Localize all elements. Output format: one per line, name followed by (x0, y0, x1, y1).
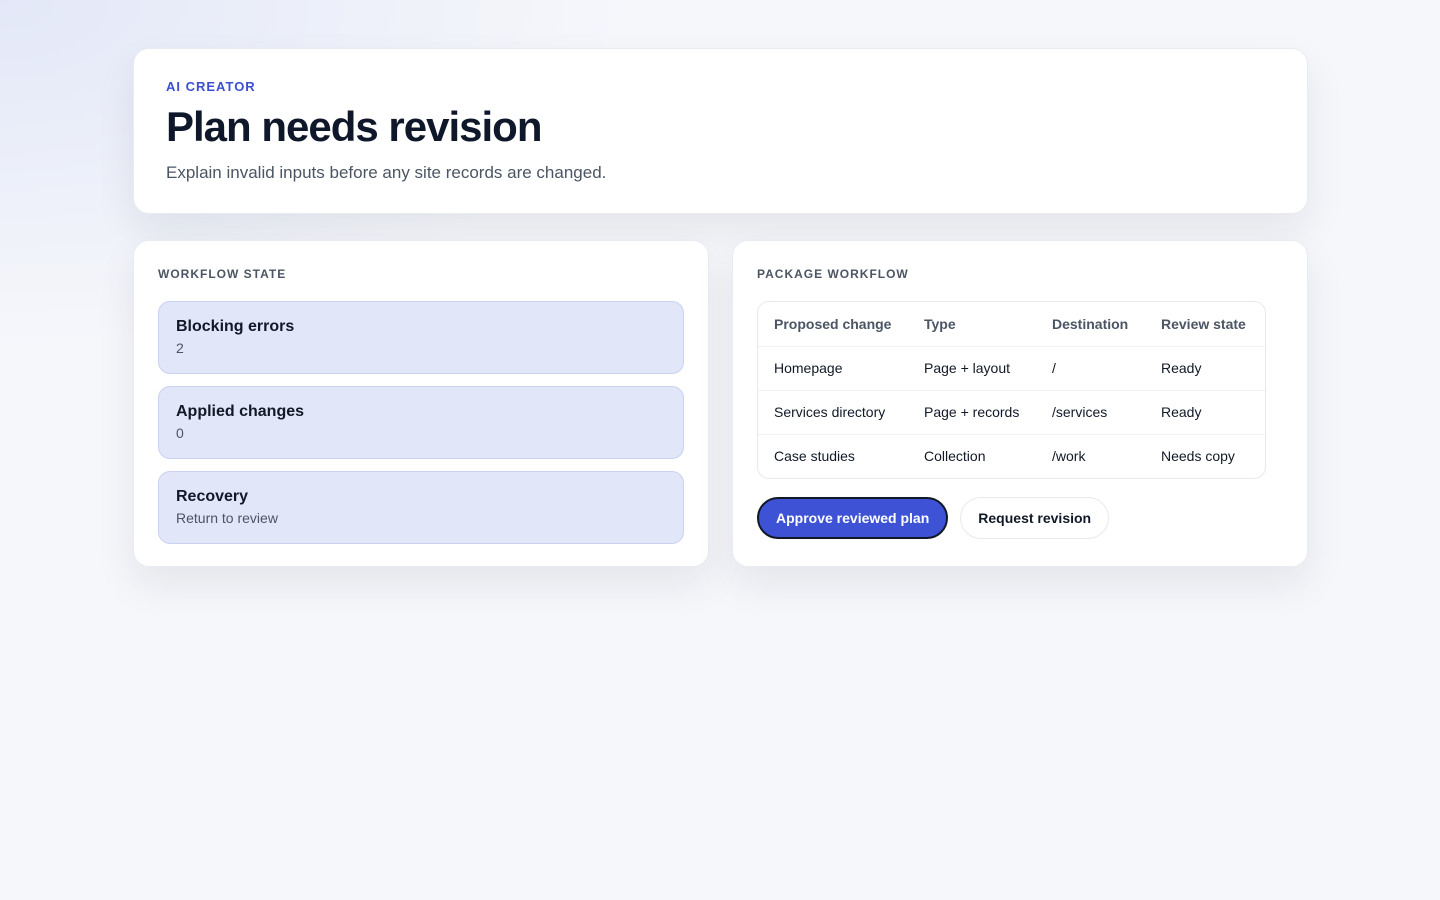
column-header-type: Type (924, 315, 956, 332)
state-value: Return to review (176, 510, 278, 526)
cell-type: Collection (908, 433, 1036, 478)
page-title: Plan needs revision (166, 103, 543, 150)
column-header-review-state: Review state (1161, 315, 1246, 332)
cell-destination: /services (1036, 389, 1145, 434)
cell-proposed-change: Case studies (758, 433, 908, 478)
page-container: AI CREATOR Plan needs revision Explain i… (133, 48, 1308, 567)
cell-type: Page + records (908, 389, 1036, 434)
eyebrow-label: AI CREATOR (166, 79, 256, 94)
state-card-blocking-errors: Blocking errors 2 (158, 301, 684, 374)
cell-review-state: Ready (1145, 389, 1265, 434)
table-header-row: Proposed change Type Destination Review … (758, 302, 1265, 346)
cell-destination: / (1036, 345, 1145, 390)
cell-proposed-change: Homepage (758, 345, 908, 390)
state-label: Blocking errors (176, 318, 295, 335)
action-buttons: Approve reviewed plan Request revision (757, 497, 1283, 539)
cell-proposed-change: Services directory (758, 389, 908, 434)
panels-row: WORKFLOW STATE Blocking errors 2 Applied… (133, 240, 1308, 567)
approve-plan-button[interactable]: Approve reviewed plan (757, 497, 949, 539)
workflow-state-title: WORKFLOW STATE (158, 267, 287, 281)
request-revision-button[interactable]: Request revision (960, 497, 1110, 539)
table-row: Case studies Collection /work Needs copy (758, 433, 1265, 478)
state-label: Applied changes (176, 403, 305, 420)
cell-review-state: Ready (1145, 345, 1265, 390)
cell-review-state: Needs copy (1145, 433, 1265, 478)
changes-table-container: Proposed change Type Destination Review … (757, 301, 1266, 479)
column-header-destination: Destination (1052, 315, 1129, 332)
state-card-applied-changes: Applied changes 0 (158, 386, 684, 459)
table-row: Services directory Page + records /servi… (758, 389, 1265, 434)
column-header-proposed-change: Proposed change (774, 315, 892, 332)
package-workflow-panel: PACKAGE WORKFLOW Proposed change Type De… (732, 240, 1308, 567)
cell-destination: /work (1036, 433, 1145, 478)
state-label: Recovery (176, 488, 249, 505)
header-card: AI CREATOR Plan needs revision Explain i… (133, 48, 1308, 214)
state-value: 2 (176, 340, 184, 356)
table-row: Homepage Page + layout / Ready (758, 345, 1265, 390)
package-workflow-title: PACKAGE WORKFLOW (757, 267, 909, 281)
page-subtitle: Explain invalid inputs before any site r… (166, 163, 607, 183)
workflow-state-panel: WORKFLOW STATE Blocking errors 2 Applied… (133, 240, 709, 567)
cell-type: Page + layout (908, 345, 1036, 390)
state-value: 0 (176, 425, 184, 441)
changes-table: Proposed change Type Destination Review … (758, 302, 1265, 478)
state-card-recovery: Recovery Return to review (158, 471, 684, 544)
